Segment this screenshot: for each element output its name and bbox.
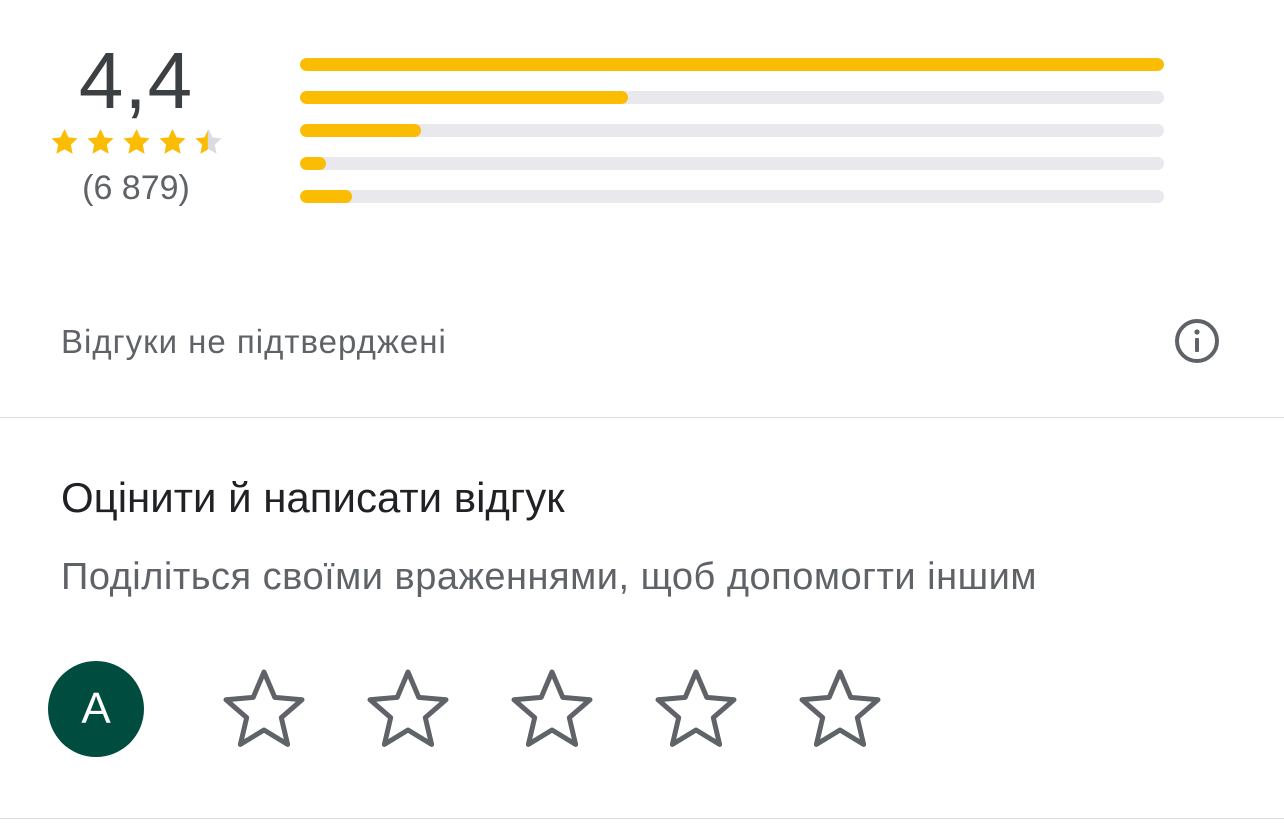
section-divider — [0, 818, 1284, 819]
section-divider — [0, 417, 1284, 418]
star-half-icon — [195, 128, 222, 154]
review-count: (6 879) — [82, 169, 190, 207]
info-icon[interactable] — [1173, 317, 1221, 365]
star-filled-icon — [51, 128, 78, 154]
average-stars — [48, 124, 228, 162]
rating-bar-2 — [300, 157, 1164, 170]
rating-summary: 4,4 (6 879) — [0, 0, 1284, 240]
rating-bar-1 — [300, 190, 1164, 203]
star-filled-icon — [159, 128, 186, 154]
rating-bar-5 — [300, 58, 1164, 71]
rate-star-5-icon[interactable] — [796, 666, 884, 752]
rate-star-1-icon[interactable] — [220, 666, 308, 752]
star-filled-icon — [87, 128, 114, 154]
average-rating: 4,4 — [78, 36, 194, 125]
rating-bar-fill — [300, 124, 421, 137]
rating-bar-3 — [300, 124, 1164, 137]
user-avatar: A — [48, 661, 144, 757]
rate-star-3-icon[interactable] — [508, 666, 596, 752]
rate-star-4-icon[interactable] — [652, 666, 740, 752]
star-filled-icon — [123, 128, 150, 154]
rate-star-2-icon[interactable] — [364, 666, 452, 752]
rating-bar-fill — [300, 91, 629, 104]
rating-bar-fill — [300, 190, 352, 203]
rating-bar-fill — [300, 58, 1164, 71]
rate-section-subtitle: Поділіться своїми враженнями, щоб допомо… — [61, 556, 1037, 598]
rating-bar-4 — [300, 91, 1164, 104]
rating-bar-fill — [300, 157, 326, 170]
rate-section-title: Оцінити й написати відгук — [61, 474, 565, 521]
unverified-reviews-label: Відгуки не підтверджені — [61, 323, 447, 360]
rating-distribution — [300, 58, 1164, 223]
